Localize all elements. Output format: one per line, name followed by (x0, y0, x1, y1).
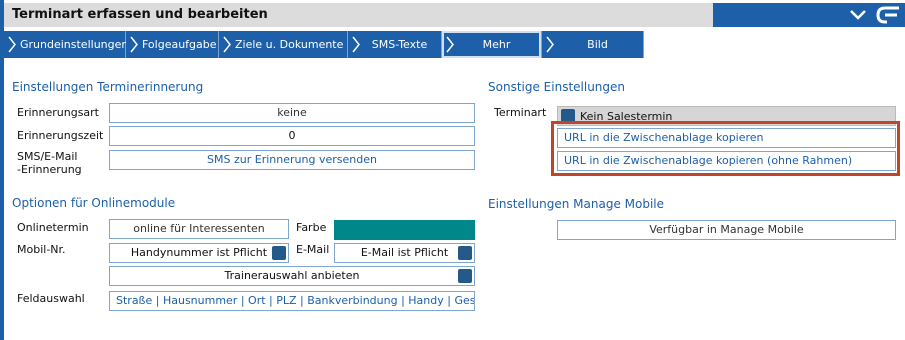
onlinetermin-field[interactable]: online für Interessenten (109, 219, 289, 239)
section-title-online: Optionen für Onlinemodule (12, 196, 176, 210)
farbe-color-swatch[interactable] (334, 220, 475, 240)
email-required-field[interactable]: E-Mail ist Pflicht (334, 243, 475, 263)
tab-sms-texte[interactable]: SMS-Texte (348, 31, 442, 58)
mobil-required-field[interactable]: Handynummer ist Pflicht (109, 243, 289, 263)
trainer-selection-field[interactable]: Trainerauswahl anbieten (109, 266, 475, 286)
sms-reminder-field[interactable]: SMS zur Erinnerung versenden (109, 150, 475, 170)
feldauswahl-label: Feldauswahl (17, 292, 85, 305)
mobil-required-checkbox[interactable] (272, 246, 286, 260)
trainer-selection-checkbox[interactable] (458, 269, 472, 283)
title-bar: Terminart erfassen und bearbeiten (4, 3, 713, 27)
highlight-annotation (551, 121, 900, 176)
chevron-right-icon (223, 36, 231, 53)
sms-label-line2: -Erinnerung (17, 163, 82, 176)
chevron-right-icon (130, 36, 138, 53)
chevron-right-icon (446, 36, 454, 53)
farbe-label: Farbe (296, 221, 327, 234)
sms-label-line1: SMS/E-Mail (17, 150, 78, 163)
reminder-type-label: Erinnerungsart (17, 106, 99, 119)
chevron-right-icon (546, 36, 554, 53)
tab-grundeinstellungen[interactable]: Grundeinstellungen (4, 31, 129, 58)
tab-label: Folgeaufgabe (142, 38, 217, 51)
onlinetermin-label: Onlinetermin (17, 221, 89, 234)
tab-label: SMS-Texte (371, 38, 428, 51)
chevron-right-icon (352, 36, 360, 53)
email-required-text: E-Mail ist Pflicht (360, 246, 449, 259)
mobil-label: Mobil-Nr. (17, 243, 66, 256)
chevron-down-icon[interactable] (847, 6, 869, 24)
window-title: Terminart erfassen und bearbeiten (12, 7, 268, 22)
app-logo-icon (873, 4, 903, 26)
section-title-mobile: Einstellungen Manage Mobile (488, 197, 665, 211)
tab-bild[interactable]: Bild (542, 31, 644, 58)
reminder-type-field[interactable]: keine (109, 103, 475, 123)
tab-ziele-dokumente[interactable]: Ziele u. Dokumente (219, 31, 348, 58)
title-bar-actions (713, 3, 905, 27)
tab-label: Bild (587, 38, 608, 51)
mobil-required-text: Handynummer ist Pflicht (130, 246, 268, 259)
section-title-other: Sonstige Einstellungen (488, 80, 626, 94)
chevron-right-icon (8, 36, 16, 53)
tab-mehr[interactable]: Mehr (442, 31, 542, 58)
email-label: E-Mail (296, 243, 330, 256)
tab-folgeaufgabe[interactable]: Folgeaufgabe (126, 31, 219, 58)
tab-label: Ziele u. Dokumente (235, 38, 344, 51)
email-required-checkbox[interactable] (458, 246, 472, 260)
terminart-label: Terminart (494, 106, 547, 119)
manage-mobile-field[interactable]: Verfügbar in Manage Mobile (557, 220, 896, 240)
reminder-time-field[interactable]: 0 (109, 126, 475, 146)
tab-label: Grundeinstellungen (20, 38, 129, 51)
section-title-reminder: Einstellungen Terminerinnerung (12, 80, 204, 94)
trainer-selection-text: Trainerauswahl anbieten (224, 269, 360, 282)
feldauswahl-field[interactable]: Straße | Hausnummer | Ort | PLZ | Bankve… (109, 291, 475, 311)
reminder-time-label: Erinnerungszeit (17, 129, 104, 142)
tab-label: Mehr (482, 38, 511, 51)
